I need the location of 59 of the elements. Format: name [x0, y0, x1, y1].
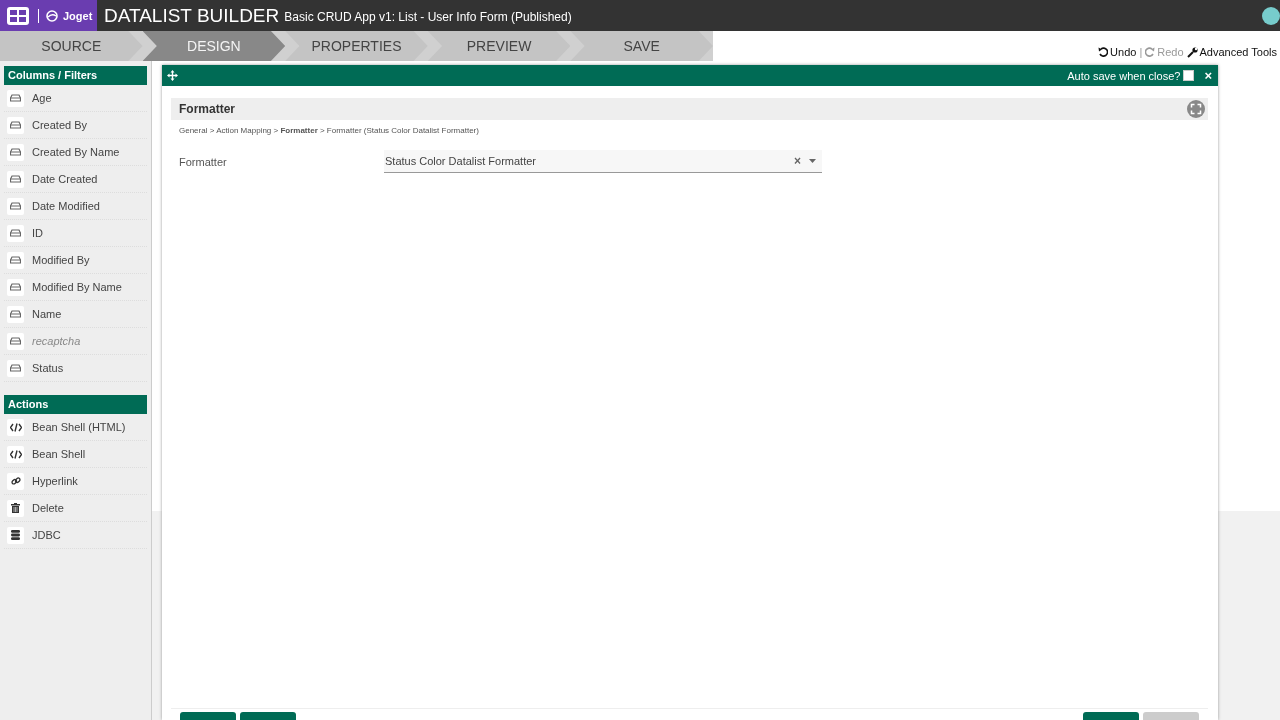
step-tab[interactable]: SOURCE	[0, 31, 143, 61]
palette-item[interactable]: Name	[4, 301, 147, 328]
grid-logo-icon[interactable]	[7, 6, 29, 25]
fullscreen-icon[interactable]	[1187, 100, 1205, 118]
close-button[interactable]: ×	[1204, 68, 1212, 83]
app-subtitle: Basic CRUD App v1: List - User Info Form (Published)	[284, 10, 572, 24]
breadcrumb: General > Action Mapping > Formatter > Formatter (Status Color Datalist Formatter)	[179, 126, 480, 135]
trash-icon	[11, 503, 20, 513]
formatter-select[interactable]: Status Color Datalist Formatter ×	[384, 150, 822, 173]
palette-item[interactable]: ID	[4, 220, 147, 247]
section-title: Formatter	[179, 102, 235, 116]
palette-item[interactable]: Date Created	[4, 166, 147, 193]
palette-heading: Actions	[4, 395, 147, 414]
avatar-icon[interactable]	[1262, 6, 1280, 25]
toolbar-separator: |	[1139, 46, 1143, 58]
redo-icon	[1145, 47, 1156, 57]
database-icon	[11, 530, 20, 540]
code-icon	[9, 422, 22, 432]
drive-icon	[10, 175, 21, 183]
palette-heading: Columns / Filters	[4, 66, 147, 85]
drive-icon	[10, 283, 21, 291]
palette-item[interactable]: Status	[4, 355, 147, 382]
clear-button[interactable]: ×	[794, 154, 801, 168]
undo-button[interactable]: Undo	[1098, 46, 1137, 58]
palette-item[interactable]: Created By	[4, 112, 147, 139]
drive-icon	[10, 202, 21, 210]
field-label: Formatter	[179, 155, 228, 168]
step-tab[interactable]: PREVIEW	[427, 31, 571, 61]
drive-icon	[10, 256, 21, 264]
code-icon	[9, 449, 22, 459]
palette-item[interactable]: Bean Shell	[4, 441, 147, 468]
drive-icon	[10, 364, 21, 372]
brand-name: Joget	[63, 9, 93, 22]
autosave-checkbox[interactable]: Auto save when close?	[1067, 69, 1195, 82]
palette-item[interactable]: Delete	[4, 495, 147, 522]
caret-icon	[809, 159, 816, 163]
builder-title: DATALIST BUILDER	[104, 4, 280, 27]
drive-icon	[10, 121, 21, 129]
undo-icon	[1098, 47, 1109, 57]
link-icon	[10, 476, 21, 486]
drive-icon	[10, 337, 21, 345]
step-tab[interactable]: SAVE	[570, 31, 713, 61]
palette-item[interactable]: Modified By Name	[4, 274, 147, 301]
drive-icon	[10, 229, 21, 237]
step-tab[interactable]: PROPERTIES	[285, 31, 428, 61]
palette-item[interactable]: Date Modified	[4, 193, 147, 220]
wrench-icon	[1186, 46, 1198, 58]
drive-icon	[10, 94, 21, 102]
swirl-logo-icon	[46, 9, 58, 22]
move-icon[interactable]	[167, 70, 178, 81]
palette-item[interactable]: Age	[4, 85, 147, 112]
drive-icon	[10, 148, 21, 156]
palette-item[interactable]: Created By Name	[4, 139, 147, 166]
palette-item[interactable]: Hyperlink	[4, 468, 147, 495]
palette-item[interactable]: JDBC	[4, 522, 147, 549]
palette-item[interactable]: Modified By	[4, 247, 147, 274]
palette-item[interactable]: Bean Shell (HTML)	[4, 414, 147, 441]
drive-icon	[10, 310, 21, 318]
advanced-tools-button[interactable]: Advanced Tools	[1186, 46, 1277, 58]
